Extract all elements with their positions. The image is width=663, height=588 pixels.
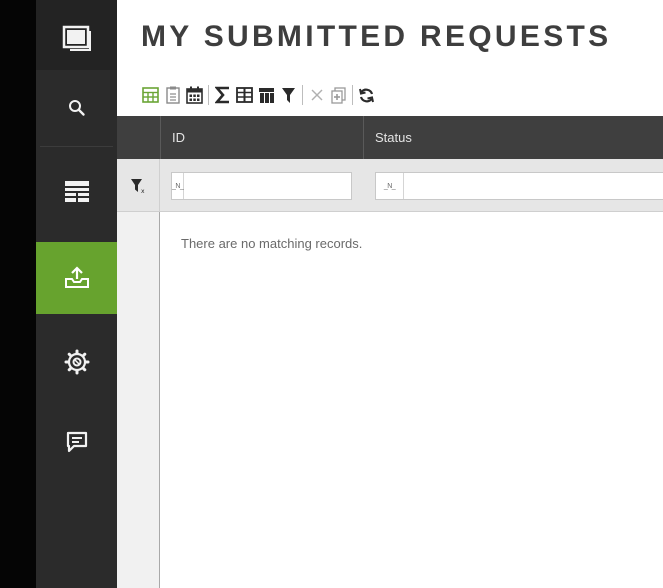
refresh-icon xyxy=(359,88,374,102)
clear-filter-button[interactable] xyxy=(307,84,326,106)
sidebar-divider xyxy=(40,146,113,147)
window-edge xyxy=(0,0,36,588)
grid-icon xyxy=(142,87,159,103)
empty-state-message: There are no matching records. xyxy=(181,236,363,251)
gear-icon xyxy=(64,349,89,375)
table-list-icon xyxy=(64,181,89,202)
clear-icon xyxy=(311,89,322,101)
duplicate-button[interactable] xyxy=(329,84,348,106)
grid-toolbar xyxy=(141,82,379,108)
sidebar-item-search[interactable] xyxy=(36,86,117,130)
refresh-button[interactable] xyxy=(357,84,376,106)
sidebar-item-settings[interactable] xyxy=(36,340,117,384)
page-title: MY SUBMITTED REQUESTS xyxy=(141,20,612,53)
null-filter-toggle[interactable]: _N_ xyxy=(172,173,185,199)
column-header-label: Status xyxy=(375,130,412,145)
status-filter-input[interactable] xyxy=(404,173,663,199)
filter-clear-icon: x xyxy=(131,178,145,194)
view-calendar-button[interactable] xyxy=(185,84,204,106)
chat-icon xyxy=(66,431,87,453)
columns-icon xyxy=(236,87,253,103)
upload-tray-icon xyxy=(64,266,89,288)
null-filter-toggle[interactable]: _N_ xyxy=(376,173,404,199)
sidebar-item-submitted-requests[interactable] xyxy=(36,242,117,314)
svg-text:x: x xyxy=(141,188,145,194)
clear-filters-button[interactable]: x xyxy=(117,159,160,212)
freeze-header-button[interactable] xyxy=(257,84,276,106)
column-header-id[interactable]: ID xyxy=(160,116,363,159)
view-form-button[interactable] xyxy=(163,84,182,106)
columns-button[interactable] xyxy=(235,84,254,106)
sidebar-item-messages[interactable] xyxy=(36,420,117,464)
sidebar-item-reports[interactable] xyxy=(36,168,117,216)
id-filter-input[interactable] xyxy=(184,173,352,199)
filter-icon xyxy=(282,87,295,103)
filter-button[interactable] xyxy=(279,84,298,106)
view-grid-button[interactable] xyxy=(141,84,160,106)
calendar-icon xyxy=(186,86,203,104)
column-header-status[interactable]: Status xyxy=(363,116,663,159)
grid-header-row: ID Status xyxy=(117,116,663,159)
grid-filter-row: x _N_ _N_ xyxy=(117,159,663,212)
status-filter-field: _N_ xyxy=(375,172,663,200)
copy-icon xyxy=(331,86,346,104)
toolbar-separator xyxy=(302,85,303,105)
clipboard-icon xyxy=(165,86,180,104)
toolbar-separator xyxy=(352,85,353,105)
sidebar-nav xyxy=(36,0,117,588)
row-selector-gutter xyxy=(117,212,160,588)
table-header-icon xyxy=(259,87,274,103)
toolbar-separator xyxy=(208,85,209,105)
search-icon xyxy=(68,100,85,116)
column-header-label: ID xyxy=(172,130,185,145)
totals-button[interactable] xyxy=(213,84,232,106)
sum-icon xyxy=(214,86,229,104)
sidebar-item-app[interactable] xyxy=(36,18,117,58)
window-icon xyxy=(62,25,91,51)
id-filter-field: _N_ xyxy=(171,172,352,200)
